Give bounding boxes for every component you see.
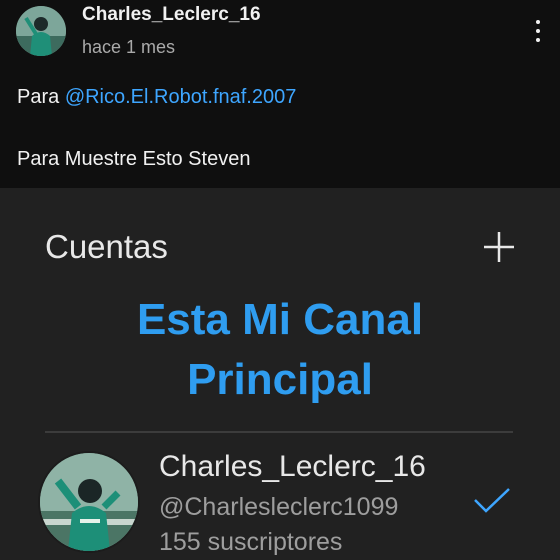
account-avatar xyxy=(38,451,140,553)
plus-icon xyxy=(484,232,514,262)
divider xyxy=(45,431,513,433)
overlay-caption: Esta Mi Canal Principal xyxy=(0,290,560,410)
check-icon xyxy=(474,488,510,513)
community-post: Charles_Leclerc_16 hace 1 mes Para @Rico… xyxy=(0,0,560,188)
account-name: Charles_Leclerc_16 xyxy=(159,450,426,483)
post-author-name[interactable]: Charles_Leclerc_16 xyxy=(82,4,261,26)
accounts-title: Cuentas xyxy=(45,228,168,265)
account-handle: @Charlesleclerc1099 xyxy=(159,493,399,521)
post-text-line-1: Para @Rico.El.Robot.fnaf.2007 xyxy=(17,86,296,109)
post-text-prefix: Para xyxy=(17,86,65,108)
mention-link[interactable]: @Rico.El.Robot.fnaf.2007 xyxy=(65,86,297,108)
account-subscribers: 155 suscriptores xyxy=(159,528,343,556)
post-image[interactable]: Cuentas Esta Mi Canal Principal Charles_… xyxy=(0,188,560,560)
more-vert-icon[interactable] xyxy=(528,18,548,44)
post-timestamp: hace 1 mes xyxy=(82,37,176,57)
post-text-line-2: Para Muestre Esto Steven xyxy=(17,148,251,170)
overlay-line-1: Esta Mi Canal xyxy=(136,295,424,344)
author-avatar[interactable] xyxy=(16,6,66,56)
overlay-line-2: Principal xyxy=(187,355,373,404)
